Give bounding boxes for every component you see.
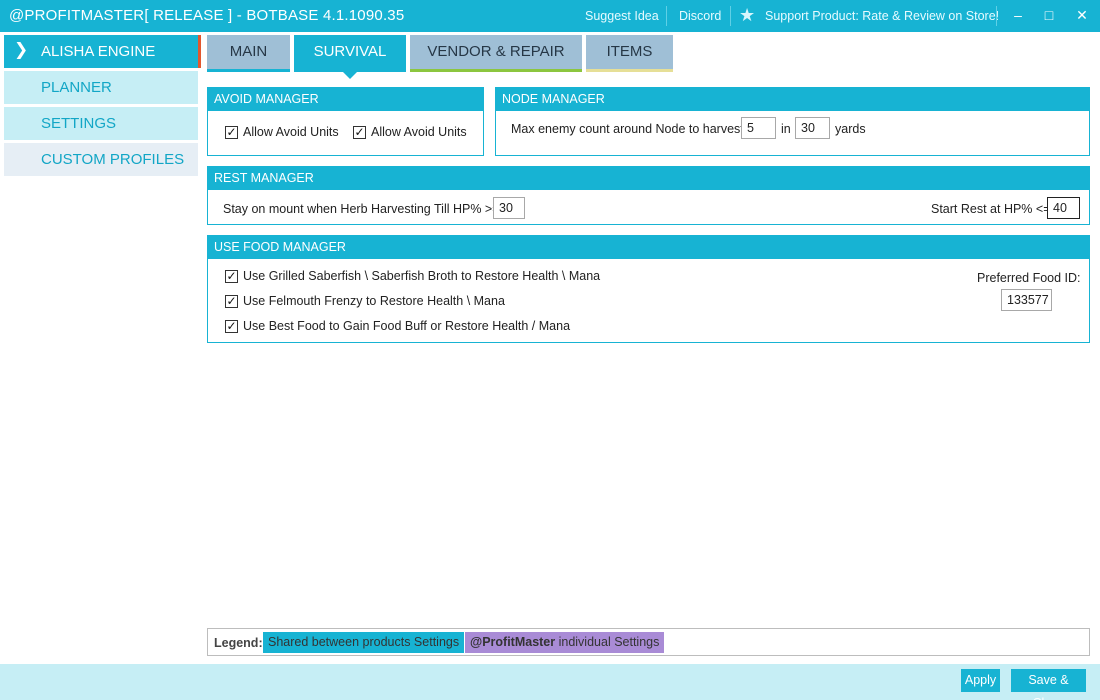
- tab-underline: [207, 69, 290, 72]
- tab-underline: [410, 69, 582, 72]
- close-icon[interactable]: ✕: [1071, 5, 1093, 25]
- mount-hp-label: Stay on mount when Herb Harvesting Till …: [223, 202, 500, 216]
- saberfish-food-checkbox[interactable]: ✓: [225, 270, 238, 283]
- rest-manager-panel: REST MANAGER Stay on mount when Herb Har…: [207, 166, 1090, 225]
- panel-title: REST MANAGER: [208, 167, 1089, 190]
- preferred-food-label: Preferred Food ID:: [977, 271, 1081, 285]
- sidebar-item-planner[interactable]: PLANNER: [4, 71, 198, 104]
- divider: [666, 6, 667, 26]
- yards-label: yards: [835, 122, 866, 136]
- checkbox-label: Use Felmouth Frenzy to Restore Health \ …: [243, 294, 505, 308]
- legend-individual-text: individual Settings: [555, 635, 660, 649]
- node-manager-panel: NODE MANAGER Max enemy count around Node…: [495, 87, 1090, 156]
- window-title: @PROFITMASTER[ RELEASE ] - BOTBASE 4.1.1…: [9, 7, 405, 24]
- allow-avoid-units-checkbox[interactable]: ✓: [225, 126, 238, 139]
- checkbox-label: Allow Avoid Units: [371, 125, 467, 139]
- sidebar-item-settings[interactable]: SETTINGS: [4, 107, 198, 140]
- support-product-link[interactable]: Support Product: Rate & Review on Store!: [765, 9, 999, 23]
- divider: [730, 6, 731, 26]
- panel-title: USE FOOD MANAGER: [208, 236, 1089, 259]
- sidebar-item-custom-profiles[interactable]: CUSTOM PROFILES: [4, 143, 198, 176]
- avoid-manager-panel: AVOID MANAGER ✓ Allow Avoid Units ✓ Allo…: [207, 87, 484, 156]
- legend-shared-chip: Shared between products Settings: [263, 632, 465, 653]
- discord-link[interactable]: Discord: [679, 9, 721, 23]
- in-label: in: [781, 122, 791, 136]
- tab-underline: [586, 69, 673, 72]
- rest-hp-label: Start Rest at HP% <=: [931, 202, 1051, 216]
- tab-vendor-repair[interactable]: VENDOR & REPAIR: [410, 35, 582, 72]
- tab-label: MAIN: [229, 43, 268, 60]
- legend-individual-bold: @ProfitMaster: [470, 635, 556, 649]
- tab-label: ITEMS: [606, 43, 653, 60]
- rest-hp-input[interactable]: 40: [1047, 197, 1080, 219]
- maximize-icon[interactable]: □: [1038, 5, 1060, 25]
- active-marker: [198, 35, 201, 68]
- tab-main[interactable]: MAIN: [207, 35, 290, 72]
- footer-bar: [0, 664, 1100, 700]
- sidebar-item-alisha-engine[interactable]: ❯ ALISHA ENGINE: [4, 35, 201, 68]
- star-icon: ★: [739, 5, 756, 25]
- sidebar-item-label: SETTINGS: [41, 115, 117, 132]
- food-manager-panel: USE FOOD MANAGER ✓ Use Grilled Saberfish…: [207, 235, 1090, 343]
- checkbox-label: Allow Avoid Units: [243, 125, 339, 139]
- save-close-button[interactable]: Save & Close: [1011, 669, 1086, 700]
- active-tab-pointer: [342, 71, 358, 79]
- checkbox-label: Use Best Food to Gain Food Buff or Resto…: [243, 319, 571, 333]
- checkbox-label: Use Grilled Saberfish \ Saberfish Broth …: [243, 269, 601, 283]
- suggest-idea-link[interactable]: Suggest Idea: [585, 9, 659, 23]
- title-bar: @PROFITMASTER[ RELEASE ] - BOTBASE 4.1.1…: [0, 0, 1100, 32]
- sidebar-item-label: ALISHA ENGINE: [41, 43, 156, 60]
- panel-title: AVOID MANAGER: [208, 88, 483, 111]
- enemy-count-input[interactable]: 5: [741, 117, 776, 139]
- apply-button[interactable]: Apply: [961, 669, 1000, 692]
- preferred-food-id-input[interactable]: 133577: [1001, 289, 1052, 311]
- tab-label: SURVIVAL: [313, 43, 387, 60]
- chevron-right-icon: ❯: [14, 40, 29, 59]
- legend-label: Legend:: [214, 636, 263, 650]
- legend-bar: Legend: Shared between products Settings…: [207, 628, 1090, 656]
- sidebar-item-label: PLANNER: [41, 79, 112, 96]
- tab-label: VENDOR & REPAIR: [427, 43, 565, 60]
- felmouth-frenzy-checkbox[interactable]: ✓: [225, 295, 238, 308]
- allow-avoid-units-checkbox[interactable]: ✓: [353, 126, 366, 139]
- divider: [996, 6, 997, 26]
- yards-input[interactable]: 30: [795, 117, 830, 139]
- legend-individual-chip: @ProfitMaster individual Settings: [465, 632, 665, 653]
- minimize-icon[interactable]: –: [1007, 5, 1029, 25]
- tab-items[interactable]: ITEMS: [586, 35, 673, 72]
- panel-title: NODE MANAGER: [496, 88, 1089, 111]
- sidebar-item-label: CUSTOM PROFILES: [41, 151, 185, 168]
- mount-hp-input[interactable]: 30: [493, 197, 525, 219]
- tab-survival[interactable]: SURVIVAL: [294, 35, 406, 79]
- best-food-checkbox[interactable]: ✓: [225, 320, 238, 333]
- node-enemy-count-label: Max enemy count around Node to harvest: [511, 122, 744, 136]
